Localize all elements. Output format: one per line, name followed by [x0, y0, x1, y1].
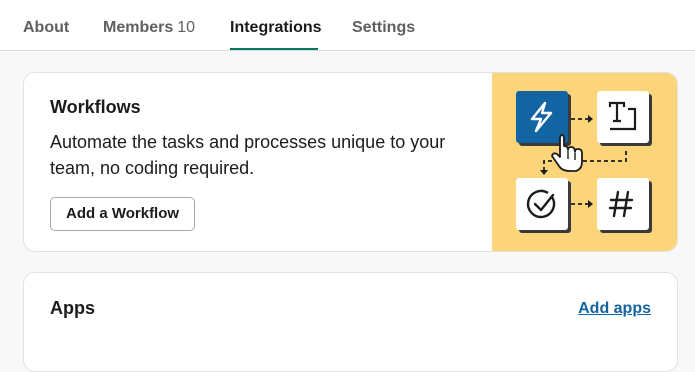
workflows-card: Workflows Automate the tasks and process… [23, 72, 678, 252]
apps-title: Apps [50, 298, 95, 318]
members-count: 10 [177, 19, 196, 36]
hash-icon [597, 178, 649, 230]
tab-members-label: Members [103, 19, 174, 36]
checkmark-icon [516, 178, 568, 230]
workflows-title: Workflows [50, 97, 141, 117]
tab-members[interactable]: Members 10 [103, 19, 195, 37]
workflows-description: Automate the tasks and processes unique … [50, 132, 446, 178]
add-apps-link[interactable]: Add apps [578, 300, 651, 318]
tab-bar: About Members 10 Integrations Settings [0, 0, 695, 51]
workflow-illustration [492, 73, 677, 251]
text-icon [597, 91, 649, 143]
tab-integrations[interactable]: Integrations [230, 19, 322, 37]
tab-settings[interactable]: Settings [352, 19, 415, 37]
tab-about[interactable]: About [23, 19, 69, 37]
active-tab-indicator [230, 48, 318, 50]
add-workflow-button[interactable]: Add a Workflow [50, 197, 196, 231]
apps-card: Apps Add apps [23, 272, 678, 372]
workflow-diagram [516, 91, 652, 233]
